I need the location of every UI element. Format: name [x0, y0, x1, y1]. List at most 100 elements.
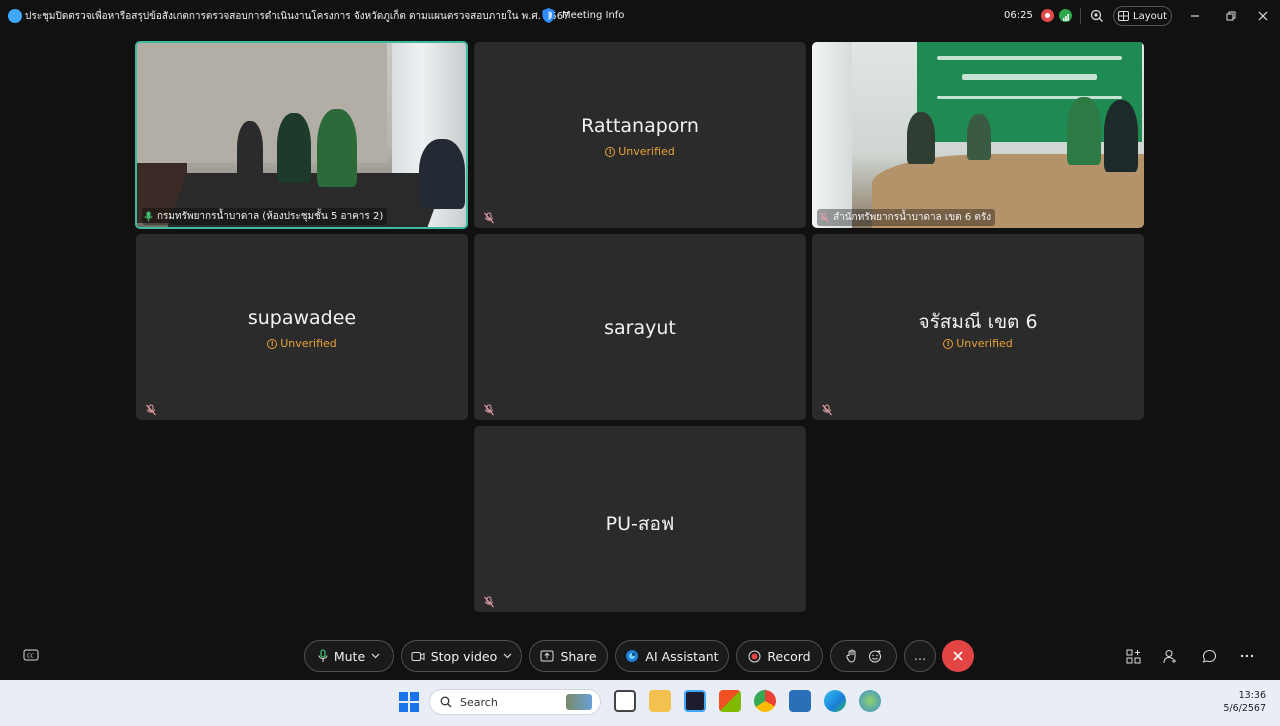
start-tile: [399, 702, 409, 712]
participant-tile[interactable]: Rattanaporn ! Unverified: [474, 42, 806, 228]
muted-microphone-icon: [484, 404, 494, 416]
chrome-icon[interactable]: [754, 690, 776, 712]
chat-button[interactable]: [1199, 646, 1219, 666]
more-horizontal-icon: [1240, 654, 1254, 658]
participant-name: กรมทรัพยากรน้ำบาดาล (ห้องประชุมชั้น 5 อา…: [157, 211, 384, 222]
more-options-button[interactable]: …: [904, 640, 936, 672]
chevron-down-icon: [503, 653, 512, 659]
video-person: [907, 112, 935, 164]
file-explorer-icon[interactable]: [649, 690, 671, 712]
participants-icon: [1163, 649, 1176, 663]
mute-button[interactable]: Mute: [304, 640, 394, 672]
ai-assistant-button[interactable]: AI Assistant: [615, 640, 729, 672]
clock-date: 5/6/2567: [1223, 703, 1266, 714]
participant-name: supawadee: [247, 307, 357, 329]
title-bar: ประชุมปิดตรวจเพื่อหารือสรุปข้อสังเกตการต…: [0, 0, 1280, 32]
task-view-icon[interactable]: [614, 690, 636, 712]
recording-indicator-icon: [1041, 9, 1054, 22]
camera-icon: [411, 651, 425, 661]
participant-name: sarayut: [604, 317, 676, 339]
chat-icon: [1202, 649, 1216, 663]
mute-label: Mute: [333, 648, 366, 664]
participant-video-tile[interactable]: กรมทรัพยากรน้ำบาดาล (ห้องประชุมชั้น 5 อา…: [135, 41, 468, 229]
search-icon: [440, 696, 452, 708]
globe-app-icon[interactable]: [859, 690, 881, 712]
muted-microphone-icon: [822, 404, 832, 416]
participant-name: Rattanaporn: [581, 115, 699, 137]
share-label: Share: [560, 648, 597, 664]
unverified-icon: !: [605, 146, 616, 157]
search-highlight-icon: [566, 694, 592, 710]
edge-icon[interactable]: [824, 690, 846, 712]
restore-button[interactable]: [1222, 7, 1240, 25]
chevron-down-icon: [371, 653, 380, 659]
system-clock[interactable]: 13:36 5/6/2567: [1223, 689, 1266, 715]
minimize-button[interactable]: [1186, 7, 1204, 25]
muted-microphone-icon: [146, 404, 156, 416]
stop-video-label: Stop video: [430, 648, 498, 664]
layout-label: Layout: [1133, 10, 1167, 22]
video-person: [1067, 97, 1101, 165]
leave-meeting-button[interactable]: [942, 640, 974, 672]
unverified-label: Unverified: [618, 145, 675, 158]
webex-app-icon[interactable]: [684, 690, 706, 712]
video-person: [317, 109, 357, 187]
participant-tile[interactable]: PU-สอฟ: [474, 426, 806, 612]
start-tile: [399, 692, 409, 702]
zoom-button[interactable]: [1087, 6, 1107, 26]
ai-assistant-icon: [626, 650, 639, 662]
close-button[interactable]: [1254, 7, 1272, 25]
start-tile: [409, 702, 419, 712]
restore-icon: [1226, 11, 1236, 21]
windows-start-icon[interactable]: [399, 692, 419, 712]
participant-name-label: สำนักทรัพยากรน้ำบาดาล เขต 6 ตรัง: [817, 209, 996, 226]
unverified-label: Unverified: [280, 337, 337, 350]
zoom-icon: [1090, 9, 1103, 22]
muted-microphone-icon: [819, 212, 829, 223]
record-button[interactable]: Record: [736, 640, 823, 672]
participant-tile[interactable]: จรัสมณี เขต 6 ! Unverified: [812, 234, 1144, 420]
microphone-icon: [144, 211, 153, 222]
taskbar-search[interactable]: Search: [429, 689, 601, 715]
captions-icon: CC: [23, 649, 39, 661]
participant-name: PU-สอฟ: [605, 513, 675, 535]
app-shield-icon[interactable]: [789, 690, 811, 712]
layout-grid-icon: [1118, 11, 1129, 21]
participant-tile[interactable]: supawadee ! Unverified: [136, 234, 468, 420]
captions-button[interactable]: CC: [21, 646, 41, 666]
muted-microphone-icon: [484, 212, 494, 224]
microphone-icon: [318, 649, 328, 662]
participant-video-tile[interactable]: สำนักทรัพยากรน้ำบาดาล เขต 6 ตรัง: [812, 42, 1144, 228]
share-button[interactable]: Share: [529, 640, 608, 672]
participant-name: จรัสมณี เขต 6: [918, 311, 1038, 333]
share-screen-icon: [540, 650, 554, 662]
more-panels-button[interactable]: [1237, 646, 1257, 666]
meeting-info-button[interactable]: Meeting Info: [541, 7, 624, 24]
banner-text-line: [937, 96, 1122, 99]
search-placeholder: Search: [460, 695, 498, 709]
muted-microphone-icon: [484, 596, 494, 608]
unverified-badge: ! Unverified: [812, 337, 1144, 350]
record-label: Record: [767, 648, 811, 664]
banner-text-line: [937, 56, 1122, 60]
close-icon: [1258, 11, 1268, 21]
start-tile: [409, 692, 419, 702]
unverified-icon: !: [943, 338, 954, 349]
participants-button[interactable]: [1161, 646, 1181, 666]
participant-tile[interactable]: sarayut: [474, 234, 806, 420]
stop-video-button[interactable]: Stop video: [401, 640, 522, 672]
raise-hand-icon[interactable]: [845, 649, 858, 663]
video-person: [277, 113, 311, 183]
more-options-label: …: [914, 649, 926, 663]
layout-button[interactable]: Layout: [1113, 6, 1172, 26]
clock-time: 13:36: [1238, 690, 1266, 701]
meeting-info-label: Meeting Info: [562, 10, 625, 21]
meeting-timer: 06:25: [1004, 10, 1033, 21]
microsoft-store-icon[interactable]: [719, 690, 741, 712]
end-call-icon: [953, 651, 963, 661]
participant-video-feed: [137, 43, 466, 227]
apps-button[interactable]: [1123, 646, 1143, 666]
reactions-emoji-icon[interactable]: [868, 649, 882, 663]
title-divider: [1080, 8, 1081, 24]
video-person: [1104, 100, 1138, 172]
